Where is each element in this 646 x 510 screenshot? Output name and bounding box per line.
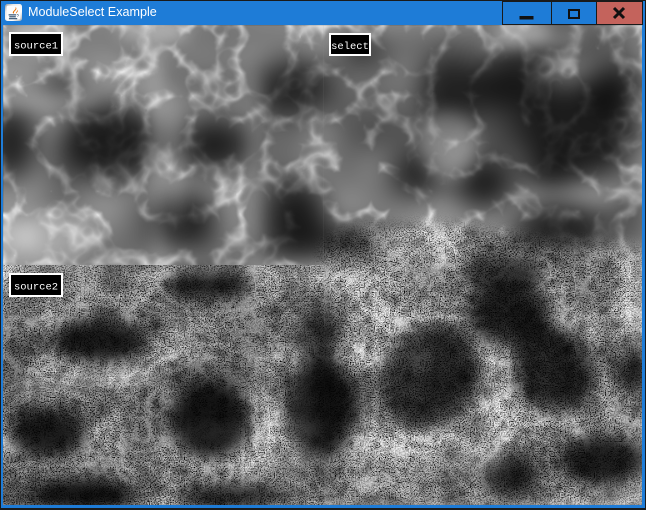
svg-text:source1: source1 — [14, 41, 58, 53]
svg-text:source2: source2 — [14, 282, 58, 294]
svg-text:select: select — [331, 41, 369, 53]
